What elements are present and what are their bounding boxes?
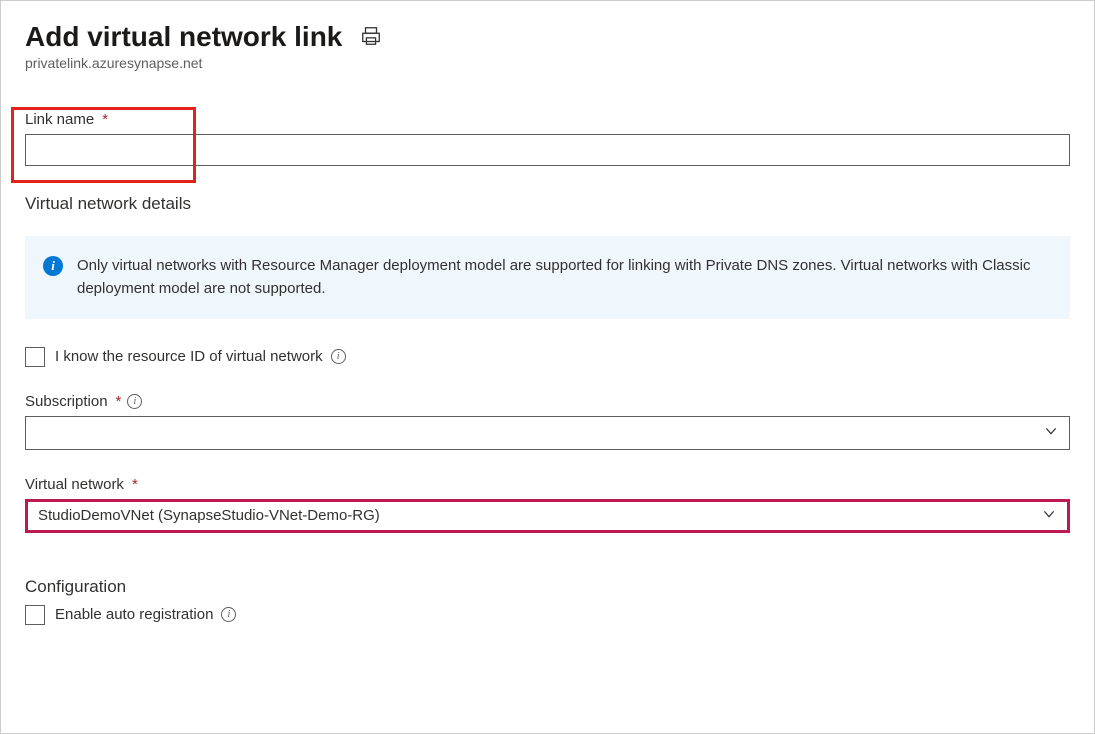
page-subtitle: privatelink.azuresynapse.net — [25, 55, 1070, 71]
enable-auto-registration-label: Enable auto registration i — [55, 606, 236, 623]
know-resource-id-label: I know the resource ID of virtual networ… — [55, 348, 346, 365]
virtual-network-dropdown[interactable]: StudioDemoVNet (SynapseStudio-VNet-Demo-… — [25, 499, 1070, 533]
vnet-details-heading: Virtual network details — [25, 194, 1070, 214]
link-name-input[interactable] — [25, 134, 1070, 166]
info-banner-text: Only virtual networks with Resource Mana… — [77, 254, 1052, 301]
know-resource-id-checkbox[interactable] — [25, 347, 45, 367]
helper-icon[interactable]: i — [221, 607, 236, 622]
info-icon: i — [43, 256, 63, 276]
info-banner: i Only virtual networks with Resource Ma… — [25, 236, 1070, 319]
chevron-down-icon — [1041, 506, 1057, 526]
helper-icon[interactable]: i — [331, 349, 346, 364]
virtual-network-value: StudioDemoVNet (SynapseStudio-VNet-Demo-… — [38, 507, 380, 524]
subscription-dropdown[interactable] — [25, 416, 1070, 450]
chevron-down-icon — [1043, 423, 1059, 443]
subscription-label: Subscription* i — [25, 393, 1070, 410]
configuration-heading: Configuration — [25, 577, 1070, 597]
page-title: Add virtual network link — [25, 21, 342, 53]
link-name-label: Link name* — [25, 111, 1070, 128]
enable-auto-registration-checkbox[interactable] — [25, 605, 45, 625]
helper-icon[interactable]: i — [127, 394, 142, 409]
print-icon[interactable] — [360, 25, 382, 50]
virtual-network-label: Virtual network* — [25, 476, 1070, 493]
